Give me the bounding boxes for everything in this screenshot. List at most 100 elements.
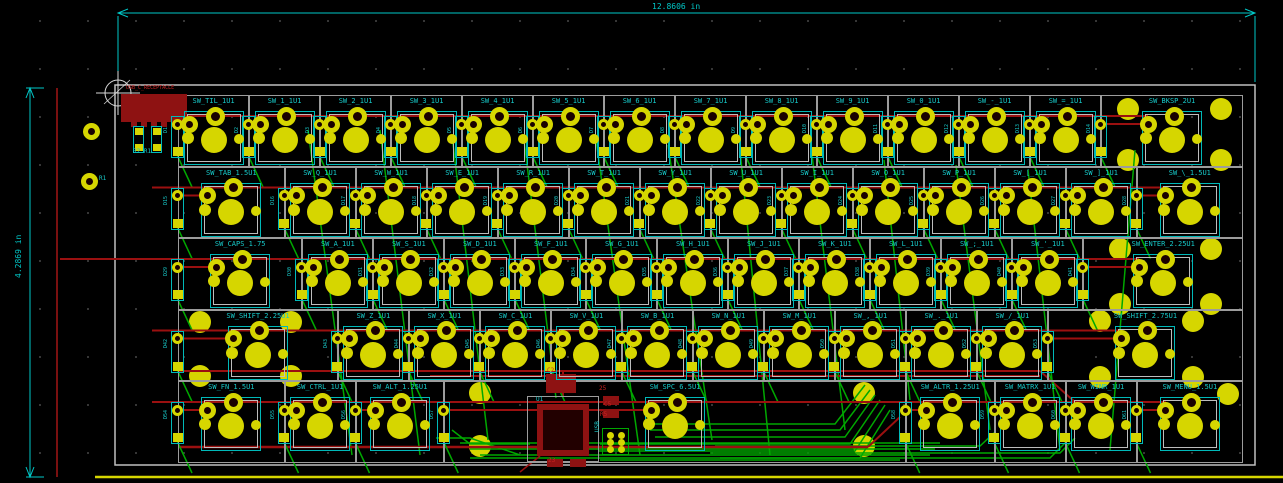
diode-pad[interactable] bbox=[865, 290, 875, 299]
switch-pad[interactable] bbox=[767, 330, 784, 347]
switch-pad[interactable] bbox=[820, 116, 837, 133]
switch-pad[interactable] bbox=[1069, 402, 1086, 419]
diode-pad[interactable] bbox=[421, 190, 432, 201]
diode-pad[interactable] bbox=[900, 433, 910, 442]
diode-pad[interactable] bbox=[563, 219, 573, 228]
switch-pad[interactable] bbox=[465, 116, 482, 133]
switch-pad[interactable] bbox=[810, 178, 829, 197]
switch-pad[interactable] bbox=[927, 187, 944, 204]
switch-pad[interactable] bbox=[962, 116, 979, 133]
diode-pad[interactable] bbox=[652, 290, 662, 299]
switch-pad[interactable] bbox=[561, 107, 580, 126]
diode-pad[interactable] bbox=[935, 262, 946, 273]
switch-pad[interactable] bbox=[739, 178, 758, 197]
switch-pad[interactable] bbox=[607, 116, 624, 133]
diode-pad[interactable] bbox=[864, 262, 875, 273]
switch-pad[interactable] bbox=[359, 187, 376, 204]
diode-pad[interactable] bbox=[989, 433, 999, 442]
switch-pad[interactable] bbox=[678, 116, 695, 133]
diode-pad[interactable] bbox=[705, 219, 715, 228]
diode-pad[interactable] bbox=[173, 290, 183, 299]
diode-pad[interactable] bbox=[173, 147, 183, 156]
switch-pad[interactable] bbox=[1140, 116, 1157, 133]
switch-pad[interactable] bbox=[288, 187, 305, 204]
diode-pad[interactable] bbox=[1060, 219, 1070, 228]
through-hole-pad[interactable] bbox=[83, 123, 100, 140]
switch-pad[interactable] bbox=[1069, 187, 1086, 204]
diode-pad[interactable] bbox=[172, 262, 183, 273]
switch-pad[interactable] bbox=[1023, 393, 1042, 412]
switch-pad[interactable] bbox=[1138, 321, 1157, 340]
switch-pad[interactable] bbox=[348, 107, 367, 126]
switch-pad[interactable] bbox=[827, 250, 846, 269]
diode-pad[interactable] bbox=[687, 362, 697, 371]
diode-pad[interactable] bbox=[811, 119, 822, 130]
diode-pad[interactable] bbox=[918, 219, 928, 228]
switch-pad[interactable] bbox=[845, 107, 864, 126]
switch-pad[interactable] bbox=[668, 178, 687, 197]
diode-pad[interactable] bbox=[900, 362, 910, 371]
switch-pad[interactable] bbox=[367, 402, 384, 419]
switch-pad[interactable] bbox=[572, 187, 589, 204]
switch-pad[interactable] bbox=[543, 250, 562, 269]
diode-pad[interactable] bbox=[368, 290, 378, 299]
diode-pad[interactable] bbox=[528, 147, 538, 156]
switch-pad[interactable] bbox=[909, 330, 926, 347]
switch-pad[interactable] bbox=[998, 402, 1015, 419]
switch-pad[interactable] bbox=[898, 250, 917, 269]
diode-pad[interactable] bbox=[793, 262, 804, 273]
diode-pad[interactable] bbox=[510, 290, 520, 299]
pcb-canvas[interactable]: 12.8606 in 4.2869 in USB_C_RECEPTACLE R2… bbox=[0, 0, 1283, 483]
diode-pad[interactable] bbox=[580, 262, 591, 273]
diode-pad[interactable] bbox=[509, 262, 520, 273]
diode-pad[interactable] bbox=[173, 219, 183, 228]
switch-pad[interactable] bbox=[749, 116, 766, 133]
switch-pad[interactable] bbox=[206, 107, 225, 126]
switch-pad[interactable] bbox=[288, 402, 305, 419]
diode-pad[interactable] bbox=[1131, 190, 1142, 201]
diode-pad[interactable] bbox=[367, 262, 378, 273]
diode-pad[interactable] bbox=[474, 333, 485, 344]
diode-pad[interactable] bbox=[350, 190, 361, 201]
resistor-footprint[interactable] bbox=[151, 126, 162, 153]
switch-pad[interactable] bbox=[419, 107, 438, 126]
switch-pad[interactable] bbox=[483, 330, 500, 347]
switch-pad[interactable] bbox=[668, 393, 687, 412]
diode-pad[interactable] bbox=[172, 333, 183, 344]
switch-pad[interactable] bbox=[501, 187, 518, 204]
diode-pad[interactable] bbox=[776, 190, 787, 201]
switch-pad[interactable] bbox=[943, 393, 962, 412]
diode-pad[interactable] bbox=[900, 333, 911, 344]
switch-pad[interactable] bbox=[863, 321, 882, 340]
diode-pad[interactable] bbox=[882, 119, 893, 130]
switch-pad[interactable] bbox=[394, 116, 411, 133]
diode-pad[interactable] bbox=[936, 290, 946, 299]
diode-pad[interactable] bbox=[297, 290, 307, 299]
diode-pad[interactable] bbox=[794, 290, 804, 299]
switch-pad[interactable] bbox=[1182, 393, 1201, 412]
diode-pad[interactable] bbox=[1060, 433, 1070, 442]
diode-pad[interactable] bbox=[616, 362, 626, 371]
diode-pad[interactable] bbox=[403, 362, 413, 371]
diode-pad[interactable] bbox=[438, 405, 449, 416]
diode-pad[interactable] bbox=[1024, 119, 1035, 130]
diode-pad[interactable] bbox=[421, 219, 431, 228]
switch-pad[interactable] bbox=[643, 402, 660, 419]
switch-pad[interactable] bbox=[1015, 259, 1032, 276]
diode-pad[interactable] bbox=[1060, 190, 1071, 201]
switch-pad[interactable] bbox=[731, 259, 748, 276]
diode-pad[interactable] bbox=[350, 433, 360, 442]
switch-pad[interactable] bbox=[987, 107, 1006, 126]
diode-pad[interactable] bbox=[1025, 147, 1035, 156]
switch-pad[interactable] bbox=[554, 330, 571, 347]
diode-pad[interactable] bbox=[1007, 290, 1017, 299]
switch-pad[interactable] bbox=[597, 178, 616, 197]
switch-pad[interactable] bbox=[1040, 250, 1059, 269]
diode-pad[interactable] bbox=[616, 333, 627, 344]
diode-pad[interactable] bbox=[687, 333, 698, 344]
diode-pad[interactable] bbox=[847, 190, 858, 201]
diode-pad[interactable] bbox=[332, 333, 343, 344]
switch-pad[interactable] bbox=[944, 259, 961, 276]
switch-pad[interactable] bbox=[508, 321, 527, 340]
diode-pad[interactable] bbox=[492, 190, 503, 201]
